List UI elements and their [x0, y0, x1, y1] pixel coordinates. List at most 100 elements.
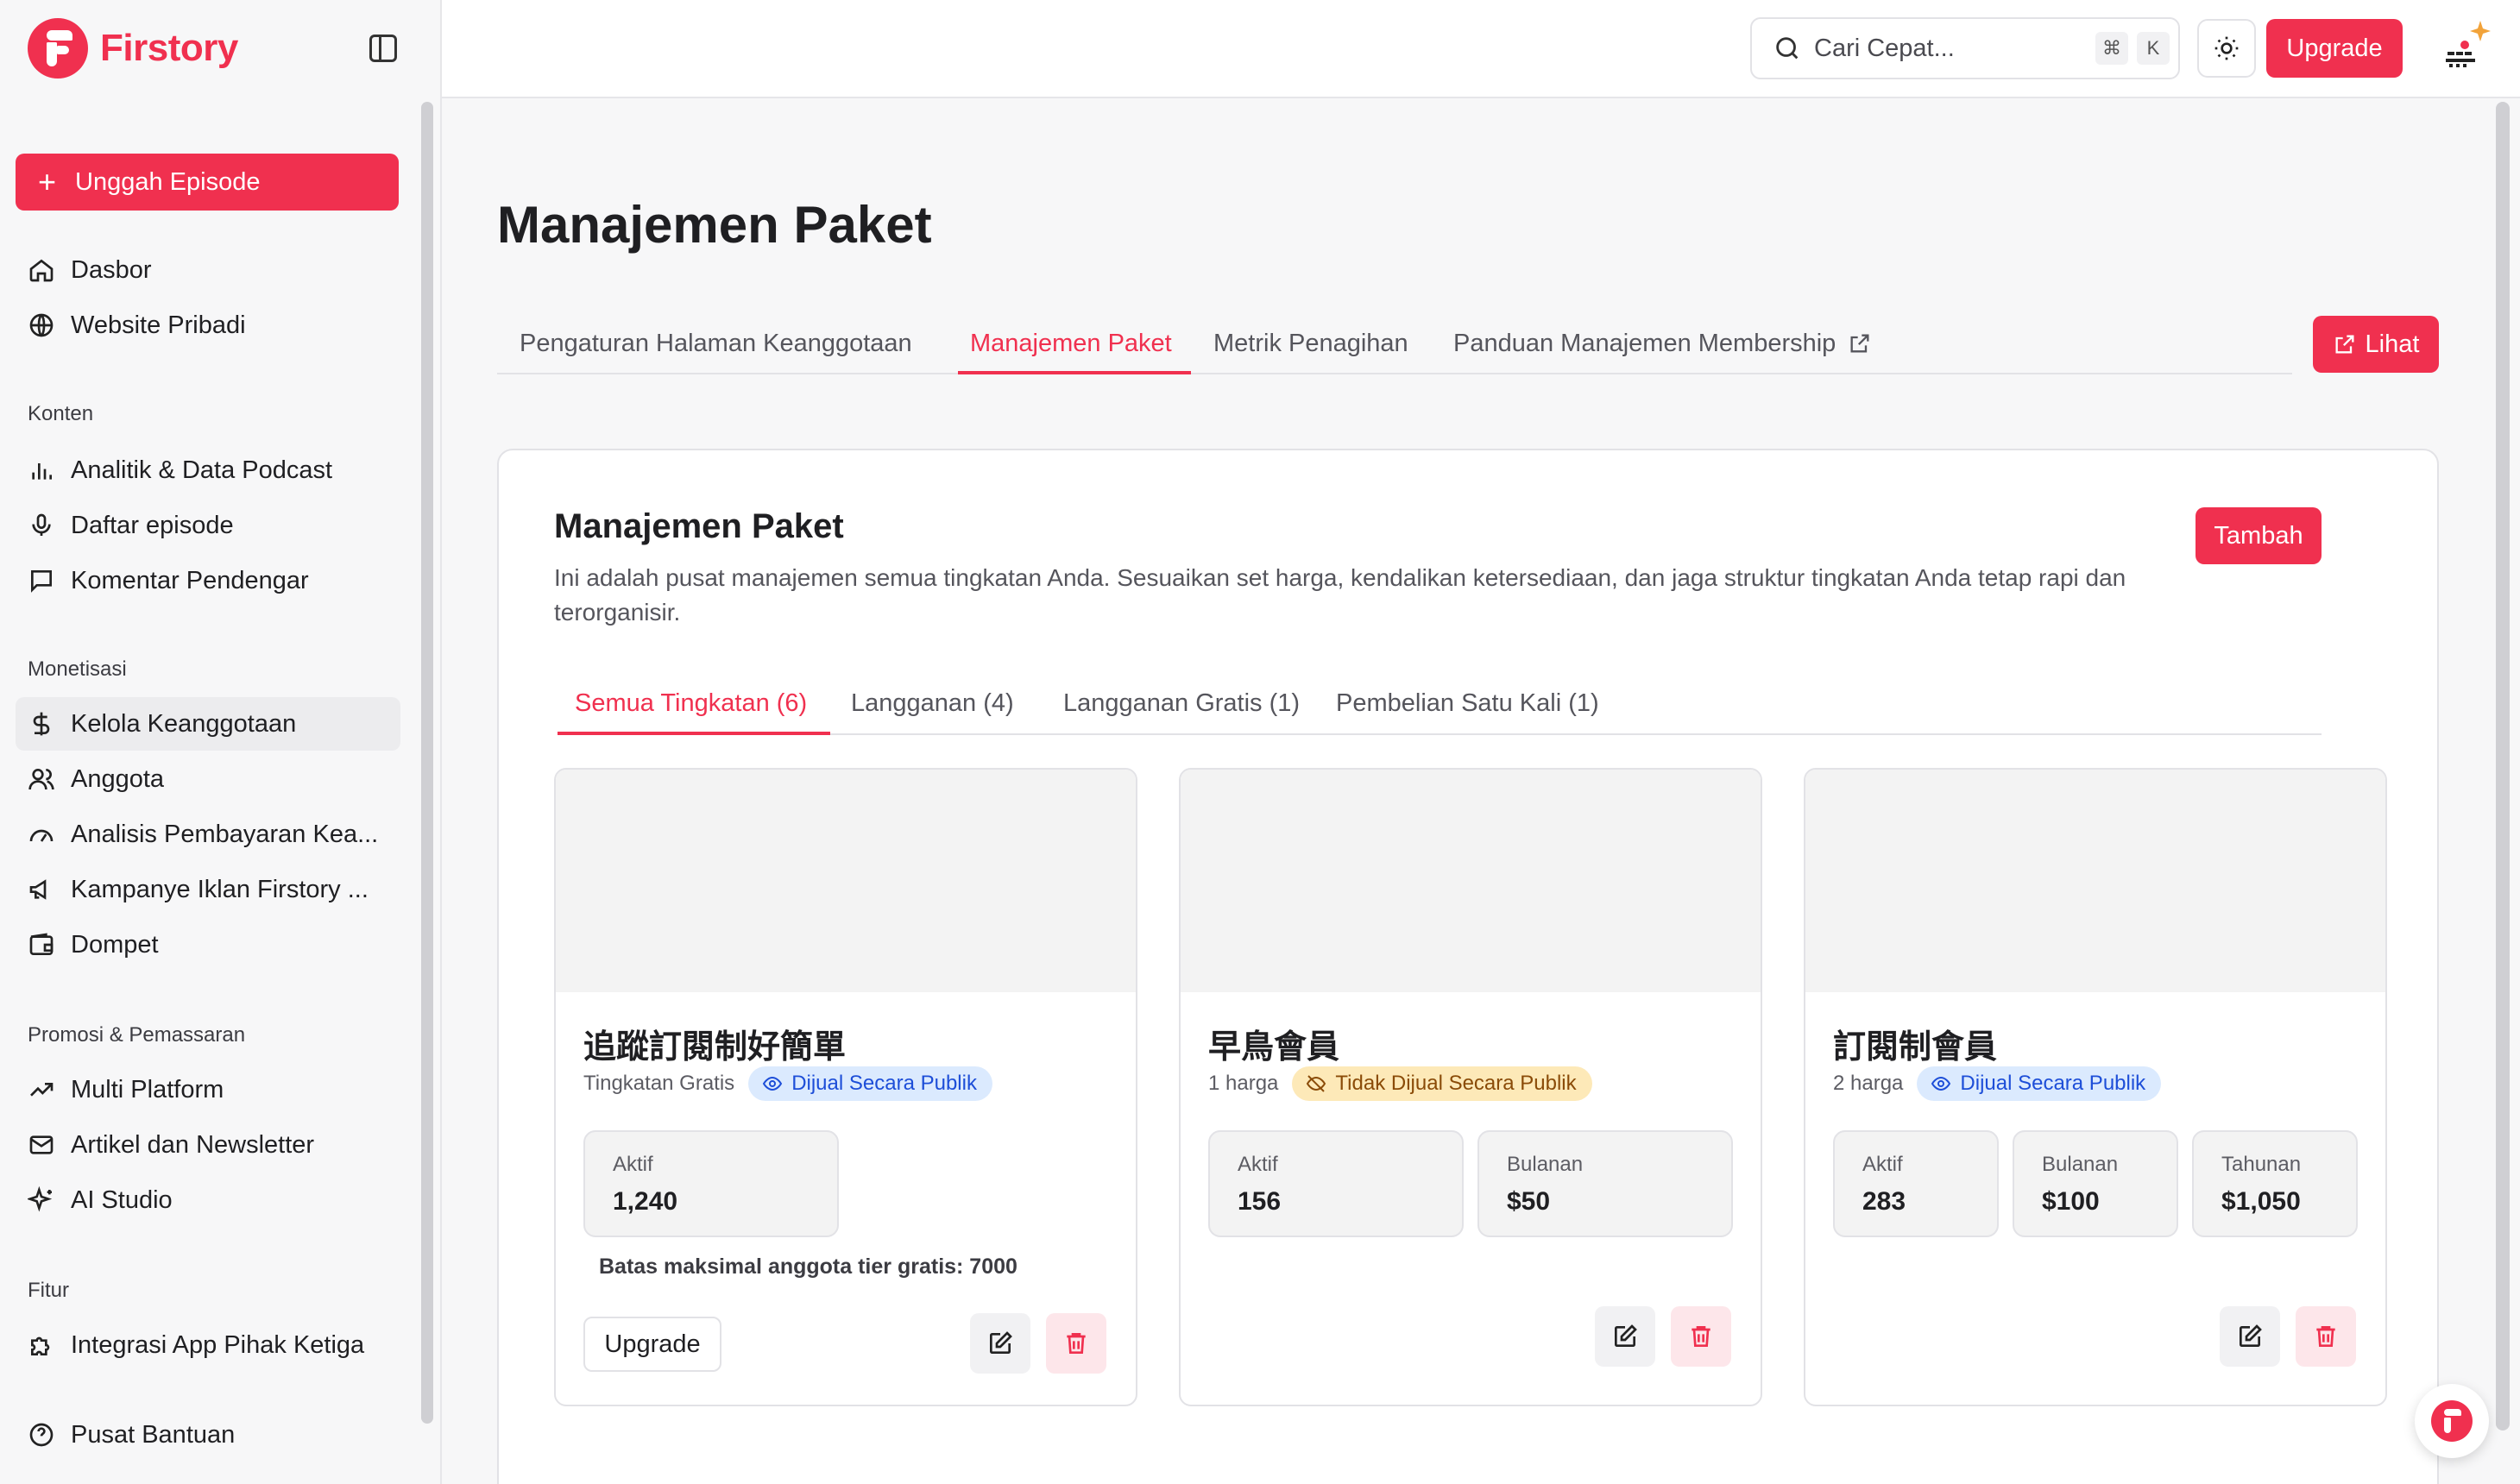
sidebar-scrollbar[interactable]	[421, 102, 433, 1424]
sidebar-item-label: Kelola Keanggotaan	[71, 709, 297, 738]
section-title-fitur: Fitur	[28, 1279, 69, 1302]
stat-value: 1,240	[613, 1187, 678, 1216]
active-subtab-indicator	[558, 732, 830, 735]
sidebar-item-ad-campaign[interactable]: Kampanye Iklan Firstory ...	[16, 863, 400, 916]
card-meta-text: 1 harga	[1208, 1072, 1279, 1095]
status-badge-label: Dijual Secara Publik	[791, 1072, 977, 1095]
sidebar-item-comments[interactable]: Komentar Pendengar	[16, 554, 400, 607]
delete-button[interactable]	[1046, 1313, 1106, 1374]
tier-filter-tabs: Semua Tingkatan (6) Langganan (4) Langga…	[558, 671, 2322, 735]
edit-icon	[990, 1331, 1012, 1354]
tab-membership-guide[interactable]: Panduan Manajemen Membership	[1453, 312, 1872, 374]
search-placeholder: Cari Cepat...	[1814, 34, 1955, 62]
delete-button[interactable]	[2296, 1306, 2356, 1367]
view-button-label: Lihat	[2365, 330, 2420, 358]
avatar-image-icon	[2446, 21, 2491, 67]
sparkle-icon	[28, 1186, 55, 1214]
edit-button[interactable]	[1595, 1306, 1655, 1367]
view-button[interactable]: Lihat	[2313, 316, 2439, 373]
edit-icon	[1615, 1324, 1637, 1347]
sidebar-item-newsletter[interactable]: Artikel dan Newsletter	[16, 1118, 400, 1172]
sun-icon	[2214, 36, 2239, 60]
shortcut-key: K	[2137, 32, 2170, 65]
sidebar-item-wallet[interactable]: Dompet	[16, 918, 400, 972]
eye-icon	[763, 1076, 783, 1091]
sidebar-item-website[interactable]: Website Pribadi	[16, 299, 400, 352]
microphone-icon	[28, 512, 55, 539]
sidebar-item-label: AI Studio	[71, 1185, 173, 1214]
sidebar-item-label: Website Pribadi	[71, 311, 246, 339]
stat-value: 156	[1238, 1187, 1282, 1216]
card-name: 早鳥會員	[1208, 1028, 1340, 1066]
section-title-monetisasi: Monetisasi	[28, 657, 127, 681]
sidebar-item-label: Analitik & Data Podcast	[71, 456, 333, 484]
comment-icon	[28, 567, 55, 594]
sidebar-item-label: Dasbor	[71, 255, 152, 284]
brand[interactable]: Firstory	[28, 17, 238, 79]
stat-monthly: Bulanan $50	[1477, 1130, 1733, 1237]
help-icon	[28, 1421, 55, 1449]
sidebar-item-help[interactable]: Pusat Bantuan	[16, 1408, 400, 1462]
page-tabs: Pengaturan Halaman Keanggotaan Manajemen…	[497, 312, 2292, 374]
puzzle-icon	[28, 1331, 55, 1359]
subtab-subscription[interactable]: Langganan (4)	[851, 671, 1014, 735]
stat-label: Aktif	[1238, 1153, 1278, 1176]
stat-active: Aktif 156	[1208, 1130, 1464, 1237]
subtab-one-time-purchase[interactable]: Pembelian Satu Kali (1)	[1336, 671, 1599, 735]
package-card[interactable]: 追蹤訂閱制好簡單 Tingkatan Gratis Dijual Secara …	[554, 768, 1137, 1406]
main-scrollbar[interactable]	[2496, 102, 2510, 1431]
upgrade-button[interactable]: Upgrade	[2266, 19, 2403, 78]
edit-icon	[2240, 1324, 2262, 1347]
package-card[interactable]: 訂閱制會員 2 harga Dijual Secara Publik Aktif…	[1804, 768, 2387, 1406]
support-chat-button[interactable]	[2415, 1384, 2489, 1458]
subtab-free-subscription[interactable]: Langganan Gratis (1)	[1063, 671, 1300, 735]
card-upgrade-button[interactable]: Upgrade	[583, 1317, 721, 1372]
edit-button[interactable]	[2220, 1306, 2280, 1367]
stat-monthly: Bulanan $100	[2013, 1130, 2178, 1237]
sidebar-item-label: Pusat Bantuan	[71, 1420, 236, 1449]
sidebar-item-multi-platform[interactable]: Multi Platform	[16, 1063, 400, 1116]
sidebar-item-ai-studio[interactable]: AI Studio	[16, 1173, 400, 1227]
sidebar-item-episodes[interactable]: Daftar episode	[16, 499, 400, 552]
quick-search-input[interactable]: Cari Cepat... ⌘ K	[1750, 17, 2180, 79]
sidebar-item-payment-analysis[interactable]: Analisis Pembayaran Kea...	[16, 808, 400, 861]
stat-active: Aktif 1,240	[583, 1130, 839, 1237]
panel-title: Manajemen Paket	[554, 507, 844, 545]
plus-icon: +	[38, 164, 57, 199]
trash-icon	[2316, 1326, 2335, 1347]
sidebar-item-membership[interactable]: Kelola Keanggotaan	[16, 697, 400, 751]
tab-membership-page-settings[interactable]: Pengaturan Halaman Keanggotaan	[520, 312, 912, 374]
subtab-all-tiers[interactable]: Semua Tingkatan (6)	[575, 671, 807, 735]
trend-icon	[28, 1076, 55, 1104]
users-icon	[28, 765, 55, 793]
upload-episode-button[interactable]: + Unggah Episode	[16, 154, 399, 211]
sidebar-item-label: Analisis Pembayaran Kea...	[71, 820, 379, 848]
package-card[interactable]: 早鳥會員 1 harga Tidak Dijual Secara Publik …	[1179, 768, 1762, 1406]
edit-button[interactable]	[970, 1313, 1030, 1374]
sidebar-item-analytics[interactable]: Analitik & Data Podcast	[16, 443, 400, 497]
panel-description: Ini adalah pusat manajemen semua tingkat…	[554, 564, 2126, 626]
topbar: Cari Cepat... ⌘ K Upgrade	[442, 0, 2520, 98]
gauge-icon	[28, 821, 55, 848]
mail-icon	[28, 1131, 55, 1159]
sidebar-item-integrations[interactable]: Integrasi App Pihak Ketiga	[16, 1318, 400, 1372]
sidebar-item-label: Anggota	[71, 764, 165, 793]
tab-billing-metrics[interactable]: Metrik Penagihan	[1213, 312, 1408, 374]
tab-package-management[interactable]: Manajemen Paket	[970, 312, 1172, 374]
add-package-button[interactable]: Tambah	[2196, 507, 2322, 564]
theme-toggle-button[interactable]	[2197, 19, 2256, 78]
stat-value: $100	[2042, 1187, 2100, 1216]
sidebar-item-members[interactable]: Anggota	[16, 752, 400, 806]
sidebar-toggle-icon[interactable]	[369, 35, 397, 62]
delete-button[interactable]	[1671, 1306, 1731, 1367]
sidebar-item-label: Integrasi App Pihak Ketiga	[71, 1330, 365, 1359]
avatar[interactable]	[2430, 17, 2496, 79]
main-content: Manajemen Paket Pengaturan Halaman Keang…	[442, 98, 2496, 1484]
external-link-icon	[1850, 334, 1869, 353]
card-meta-text: 2 harga	[1833, 1072, 1904, 1095]
search-icon	[1776, 37, 1799, 60]
stat-value: $1,050	[2221, 1187, 2301, 1216]
sidebar-item-dasbor[interactable]: Dasbor	[16, 243, 400, 297]
sidebar-item-label: Komentar Pendengar	[71, 566, 309, 594]
globe-icon	[28, 311, 55, 339]
